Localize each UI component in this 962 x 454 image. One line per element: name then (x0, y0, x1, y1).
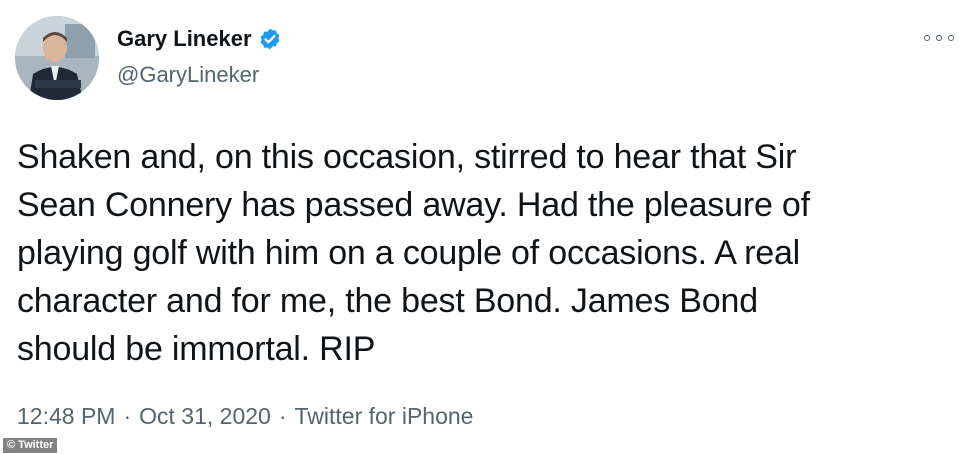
user-handle[interactable]: @GaryLineker (117, 62, 259, 88)
tweet-date[interactable]: Oct 31, 2020 (139, 403, 271, 429)
tweet-text-line: Shaken and, on this occasion, stirred to… (17, 138, 797, 176)
avatar-image (15, 16, 99, 100)
tweet-text-line: character and for me, the best Bond. Jam… (17, 282, 758, 320)
tweet-source[interactable]: Twitter for iPhone (295, 403, 474, 429)
tweet-text-line: should be immortal. RIP (17, 330, 376, 368)
tweet-card: Gary Lineker @GaryLineker Shaken and, on… (0, 0, 962, 454)
verified-badge-icon (258, 27, 282, 51)
avatar[interactable] (15, 16, 99, 100)
display-name[interactable]: Gary Lineker (117, 26, 252, 52)
name-row: Gary Lineker (117, 26, 282, 52)
meta-separator: · (278, 403, 287, 429)
tweet-text-line: playing golf with him on a couple of occ… (17, 234, 801, 272)
tweet-metadata: 12:48 PM · Oct 31, 2020 · Twitter for iPhone (17, 402, 473, 430)
more-options-icon[interactable] (924, 30, 954, 46)
image-credit: © Twitter (3, 438, 58, 453)
meta-separator: · (123, 403, 132, 429)
tweet-text: Shaken and, on this occasion, stirred to… (17, 133, 947, 373)
tweet-time[interactable]: 12:48 PM (17, 403, 115, 429)
tweet-text-line: Sean Connery has passed away. Had the pl… (17, 186, 810, 224)
